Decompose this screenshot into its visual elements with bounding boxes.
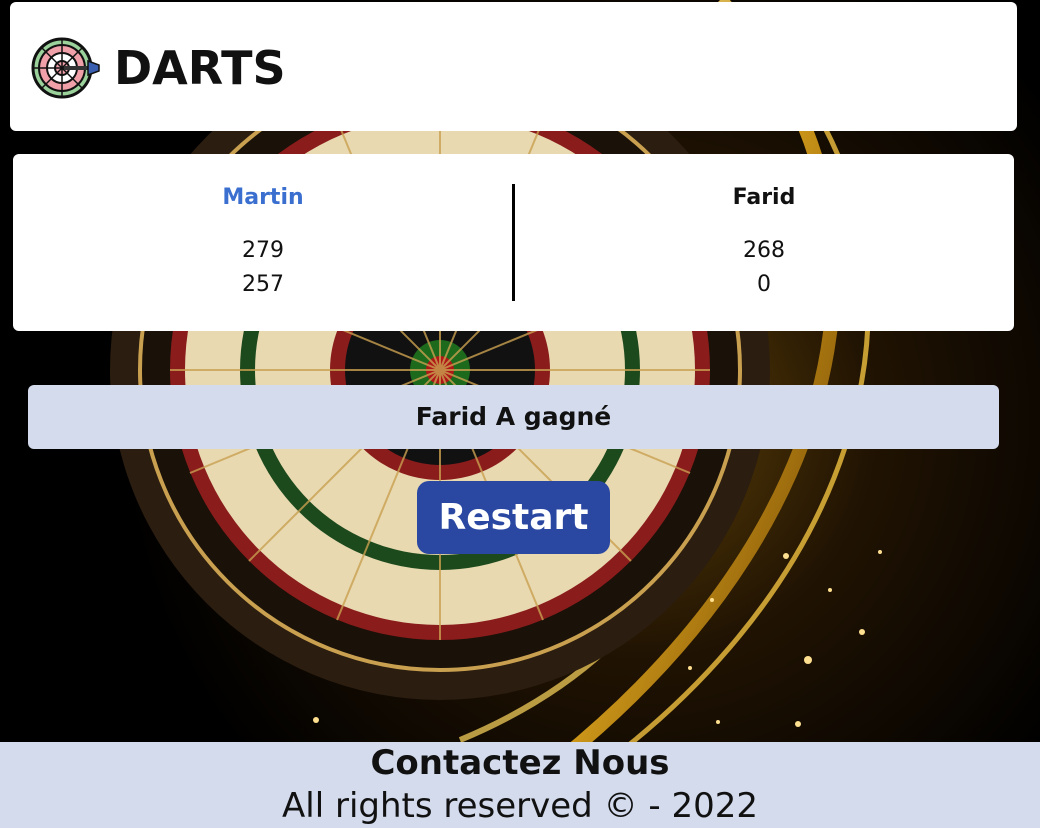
score-list-2: 268 0 — [514, 234, 1014, 302]
player-column-1: Martin 279 257 — [13, 154, 513, 331]
score-entry: 257 — [242, 272, 284, 297]
contact-link[interactable]: Contactez Nous — [0, 742, 1040, 784]
player-name-1: Martin — [222, 185, 304, 210]
dartboard-icon — [31, 37, 100, 99]
score-list-1: 279 257 — [13, 234, 513, 302]
app-title: DARTS — [114, 41, 286, 95]
page-footer: Contactez Nous All rights reserved © - 2… — [0, 742, 1040, 828]
winner-banner: Farid A gagné — [28, 385, 999, 449]
player-name-2: Farid — [732, 185, 796, 210]
player-column-2: Farid 268 0 — [514, 154, 1014, 331]
score-entry: 268 — [743, 238, 785, 263]
score-entry: 279 — [242, 238, 284, 263]
restart-button[interactable]: Restart — [417, 481, 610, 554]
app-header: DARTS — [10, 2, 1017, 131]
scoreboard: Martin 279 257 Farid 268 0 — [13, 154, 1014, 331]
copyright-text: All rights reserved © - 2022 — [282, 786, 758, 826]
score-entry: 0 — [757, 272, 771, 297]
winner-message: Farid A gagné — [415, 402, 612, 431]
